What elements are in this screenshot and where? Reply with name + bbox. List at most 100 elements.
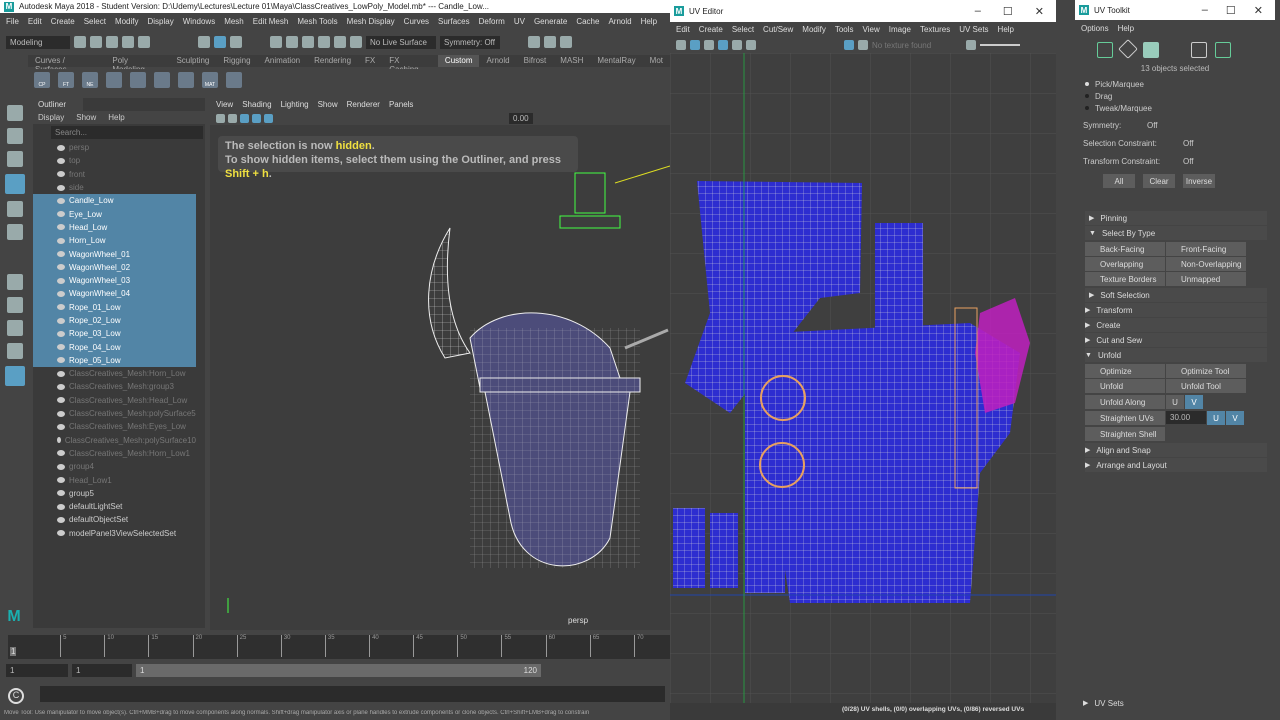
lasso-tool-icon[interactable] — [7, 128, 23, 144]
range-bar[interactable]: 1 120 — [136, 664, 541, 677]
shelf-tab-curves-surfaces[interactable]: Curves / Surfaces — [28, 55, 105, 74]
outliner-item[interactable]: Horn_Low — [33, 234, 196, 248]
uv-menu-uv-sets[interactable]: UV Sets — [959, 25, 988, 34]
select-tool-icon[interactable] — [7, 105, 23, 121]
uv-shell-mode-icon[interactable] — [1143, 42, 1159, 58]
outliner-item[interactable]: Rope_03_Low — [33, 327, 196, 341]
menu-mesh-display[interactable]: Mesh Display — [347, 17, 395, 26]
menu-edit[interactable]: Edit — [28, 17, 42, 26]
outliner-menu-show[interactable]: Show — [76, 113, 96, 122]
outliner-item[interactable]: ClassCreatives_Mesh:Eyes_Low — [33, 420, 196, 433]
snapshot-icon[interactable] — [746, 40, 756, 50]
shaded-uv-icon[interactable] — [690, 40, 700, 50]
button-straighten-uvs[interactable]: Straighten UVs — [1085, 411, 1165, 425]
select-hierarchy-icon[interactable] — [198, 36, 210, 48]
transform-constraint-row[interactable]: Transform Constraint: Off — [1083, 153, 1267, 171]
shelf-tab-poly-modeling[interactable]: Poly Modeling — [105, 55, 169, 74]
exposure-icon[interactable] — [966, 40, 976, 50]
uv-mode-icon[interactable] — [1191, 42, 1207, 58]
new-scene-icon[interactable] — [74, 36, 86, 48]
shelf-tab-mentalray[interactable]: MentalRay — [590, 55, 642, 67]
button-clear[interactable]: Clear — [1143, 174, 1175, 188]
outliner-item[interactable]: group4 — [33, 460, 196, 473]
outliner-item[interactable]: Candle_Low — [33, 194, 196, 208]
shelf-tab-arnold[interactable]: Arnold — [479, 55, 516, 67]
playback-start-field[interactable]: 1 — [72, 664, 132, 677]
symmetry-dropdown[interactable]: Symmetry: Off — [440, 35, 500, 49]
straighten-angle-input[interactable]: 30.00 — [1166, 411, 1206, 424]
button-back-facing[interactable]: Back-Facing — [1085, 242, 1165, 256]
outliner-item[interactable]: ClassCreatives_Mesh:group3 — [33, 380, 196, 393]
two-pane-icon[interactable] — [7, 343, 23, 359]
vertex-mode-icon[interactable] — [1097, 42, 1113, 58]
face-mode-icon[interactable] — [1215, 42, 1231, 58]
outliner-item[interactable]: Eye_Low — [33, 207, 196, 221]
mode-select[interactable]: Modeling — [6, 35, 70, 49]
transform-constraint-value[interactable]: Off — [1183, 153, 1194, 171]
snap-vertex-icon[interactable] — [350, 36, 362, 48]
shelf-tool-icon[interactable]: CP — [34, 72, 50, 88]
menu-modify[interactable]: Modify — [115, 17, 139, 26]
menu-create[interactable]: Create — [51, 17, 75, 26]
shelf-tab-mot[interactable]: Mot — [643, 55, 670, 67]
button-texture-borders[interactable]: Texture Borders — [1085, 272, 1165, 286]
minimize-icon[interactable]: – — [1202, 4, 1208, 17]
start-time-field[interactable]: 1 — [6, 664, 68, 677]
outliner-menu-display[interactable]: Display — [38, 113, 64, 122]
button-non-overlapping[interactable]: Non-Overlapping — [1166, 257, 1246, 271]
shelf-tab-rigging[interactable]: Rigging — [216, 55, 257, 67]
mode-tweak-marquee[interactable]: Tweak/Marquee — [1085, 102, 1275, 114]
render-settings-icon[interactable] — [560, 36, 572, 48]
shelf-tab-custom[interactable]: Custom — [437, 55, 480, 67]
maximize-icon[interactable]: ☐ — [1226, 4, 1236, 17]
selection-constraint-value[interactable]: Off — [1183, 135, 1194, 153]
outliner-item[interactable]: Rope_05_Low — [33, 353, 196, 368]
toolkit-menu-options[interactable]: Options — [1081, 24, 1109, 33]
uv-menu-create[interactable]: Create — [699, 25, 723, 34]
snap-grid-icon[interactable] — [270, 36, 282, 48]
texture-borders-icon[interactable] — [718, 40, 728, 50]
script-editor-icon[interactable]: C — [8, 688, 24, 704]
button-straighten-shell[interactable]: Straighten Shell — [1085, 427, 1165, 441]
shelf-tab-fx[interactable]: FX — [358, 55, 382, 67]
menu-surfaces[interactable]: Surfaces — [438, 17, 470, 26]
uv-menu-edit[interactable]: Edit — [676, 25, 690, 34]
outliner-item[interactable]: group5 — [33, 487, 196, 500]
uv-menu-view[interactable]: View — [863, 25, 880, 34]
command-line[interactable] — [40, 686, 665, 702]
menu-curves[interactable]: Curves — [404, 17, 429, 26]
outliner-item[interactable]: Head_Low — [33, 220, 196, 235]
shelf-tool-icon[interactable] — [130, 72, 146, 88]
outliner-tab[interactable]: Outliner — [33, 98, 83, 111]
outliner-item[interactable]: WagonWheel_01 — [33, 247, 196, 261]
scale-tool-icon[interactable] — [7, 224, 23, 240]
menu-deform[interactable]: Deform — [479, 17, 505, 26]
menu-help[interactable]: Help — [641, 17, 657, 26]
uv-menu-cut-sew[interactable]: Cut/Sew — [763, 25, 793, 34]
render-icon[interactable] — [528, 36, 540, 48]
menu-display[interactable]: Display — [148, 17, 174, 26]
snap-curve-icon[interactable] — [286, 36, 298, 48]
checker-pattern-icon[interactable] — [858, 40, 868, 50]
uv-menu-select[interactable]: Select — [732, 25, 754, 34]
shelf-tool-icon[interactable] — [178, 72, 194, 88]
toggle-v[interactable]: V — [1185, 395, 1203, 409]
shelf-tab-sculpting[interactable]: Sculpting — [169, 55, 216, 67]
redo-icon[interactable] — [138, 36, 150, 48]
edge-mode-icon[interactable] — [1118, 39, 1138, 59]
uv-menu-help[interactable]: Help — [998, 25, 1014, 34]
outliner-item[interactable]: WagonWheel_03 — [33, 273, 196, 288]
open-scene-icon[interactable] — [90, 36, 102, 48]
paint-select-icon[interactable] — [7, 151, 23, 167]
live-surface-field[interactable]: No Live Surface — [366, 35, 436, 49]
symmetry-row[interactable]: Symmetry: Off — [1083, 117, 1267, 135]
section-uv-toolkit-sections2-1[interactable]: ▶ Arrange and Layout — [1085, 458, 1267, 472]
outliner-item[interactable]: WagonWheel_02 — [33, 260, 196, 274]
shelf-tab-mash[interactable]: MASH — [553, 55, 590, 67]
menu-select[interactable]: Select — [84, 17, 106, 26]
shelf-tab-rendering[interactable]: Rendering — [307, 55, 358, 67]
outliner-item[interactable]: side — [33, 181, 196, 194]
snap-surface-icon[interactable] — [334, 36, 346, 48]
menu-uv[interactable]: UV — [514, 17, 525, 26]
button-unfold-along[interactable]: Unfold Along — [1085, 395, 1165, 409]
